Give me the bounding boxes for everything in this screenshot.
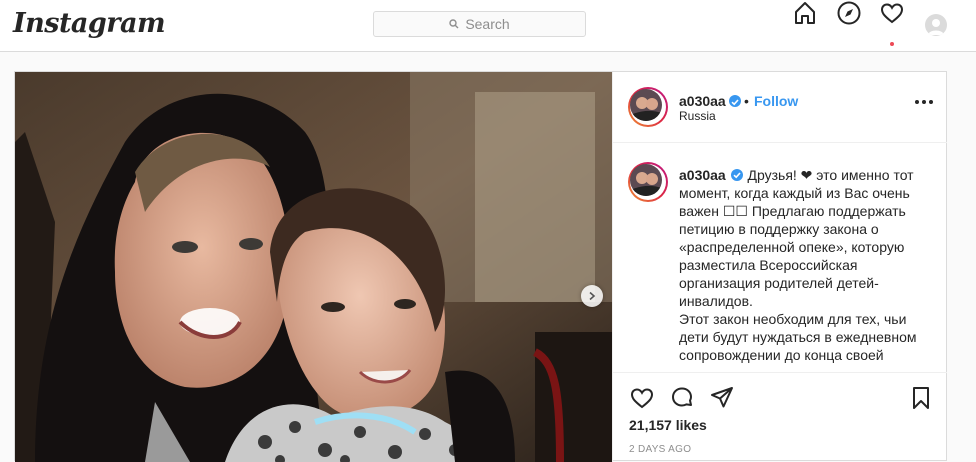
more-options-icon[interactable] [914, 99, 934, 105]
chevron-right-icon [589, 291, 596, 301]
caption-text: Друзья! ❤ это именно тот момент, когда к… [679, 167, 914, 309]
separator-dot: • [744, 93, 749, 109]
home-icon[interactable] [792, 0, 818, 26]
post-photo[interactable] [15, 72, 612, 462]
post-date[interactable]: 2 DAYS AGO [629, 444, 691, 455]
search-icon [449, 19, 459, 29]
caption-verified-badge-icon [730, 169, 743, 181]
instagram-logo[interactable]: Instagram [13, 8, 166, 39]
share-icon[interactable] [709, 385, 735, 411]
caption-author-avatar[interactable] [628, 162, 668, 202]
post-header: a030aa • Follow Russia [613, 72, 947, 143]
explore-compass-icon[interactable] [836, 0, 862, 26]
verified-badge-icon [729, 95, 741, 107]
comment-icon[interactable] [669, 385, 695, 411]
notification-dot [890, 42, 894, 46]
like-count[interactable]: 21,157 likes [629, 417, 707, 433]
author-username[interactable]: a030aa [679, 93, 726, 109]
top-navigation-bar: Instagram Search [0, 0, 976, 52]
post-sidebar: a030aa • Follow Russia a030aa Друзья! ❤ … [612, 72, 947, 462]
activity-heart-icon[interactable] [879, 0, 905, 26]
author-avatar[interactable] [628, 87, 668, 127]
next-image-button[interactable] [581, 285, 603, 307]
post-location[interactable]: Russia [679, 109, 716, 123]
follow-button[interactable]: Follow [754, 93, 798, 109]
like-heart-icon[interactable] [629, 385, 655, 411]
caption-username[interactable]: a030aa [679, 167, 726, 183]
post-caption: a030aa Друзья! ❤ это именно тот момент, … [679, 166, 929, 364]
save-bookmark-icon[interactable] [908, 385, 934, 411]
post-card: a030aa • Follow Russia a030aa Друзья! ❤ … [14, 71, 947, 462]
profile-avatar-icon[interactable] [925, 14, 947, 36]
post-actions-bar [613, 372, 947, 423]
search-input[interactable]: Search [373, 11, 586, 37]
caption-text-continued: Этот закон необходим для тех, чьи дети б… [679, 311, 917, 363]
search-placeholder: Search [465, 16, 510, 32]
